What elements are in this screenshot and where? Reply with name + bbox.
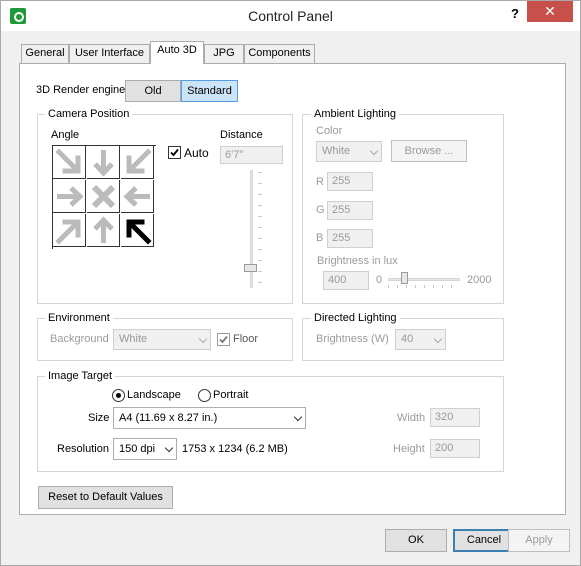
resolution-label: Resolution	[57, 443, 109, 455]
angle-grid[interactable]	[52, 145, 156, 249]
window-title: Control Panel	[248, 8, 333, 24]
r-field[interactable]: 255	[327, 172, 373, 191]
resolution-select-value: 150 dpi	[119, 443, 156, 455]
chevron-down-icon	[369, 146, 379, 155]
chevron-down-icon	[293, 412, 303, 422]
background-select[interactable]: White	[113, 329, 211, 350]
close-button[interactable]: ✕	[527, 1, 573, 22]
arrow-right-icon	[57, 186, 84, 207]
height-field[interactable]: 200	[430, 439, 480, 458]
auto-3d-panel: 3D Render engine Old Standard Camera Pos…	[19, 63, 566, 515]
landscape-label: Landscape	[127, 389, 181, 401]
tab-components[interactable]: Components	[244, 44, 315, 63]
brightness-lux-field[interactable]: 400	[323, 271, 369, 290]
resolution-select[interactable]: 150 dpi	[113, 438, 177, 460]
width-label: Width	[397, 412, 426, 424]
camera-position-title: Camera Position	[45, 108, 133, 120]
angle-top-left[interactable]	[53, 146, 86, 179]
directed-lighting-title: Directed Lighting	[311, 312, 400, 324]
ambient-lighting-title: Ambient Lighting	[311, 108, 399, 120]
size-select[interactable]: A4 (11.69 x 8.27 in.)	[113, 407, 306, 429]
landscape-radio[interactable]	[112, 389, 125, 402]
lux-slider-min: 0	[376, 274, 383, 286]
floor-label: Floor	[233, 333, 259, 345]
b-label: B	[316, 232, 324, 244]
angle-top[interactable]	[87, 146, 120, 179]
chevron-down-icon	[164, 443, 174, 453]
check-icon	[219, 335, 228, 344]
g-field[interactable]: 255	[327, 201, 373, 220]
portrait-radio[interactable]	[198, 389, 211, 402]
ok-button[interactable]: OK	[385, 529, 447, 552]
image-target-title: Image Target	[45, 370, 116, 382]
resolution-info: 1753 x 1234 (6.2 MB)	[182, 443, 288, 455]
distance-slider-thumb[interactable]	[244, 264, 257, 272]
tab-auto-3d[interactable]: Auto 3D	[150, 41, 204, 64]
arrow-down-right-icon	[55, 148, 81, 174]
environment-title: Environment	[45, 312, 113, 324]
g-label: G	[316, 204, 325, 216]
color-select[interactable]: White	[316, 141, 382, 162]
angle-label: Angle	[51, 129, 80, 141]
arrow-down-left-icon	[126, 148, 152, 174]
distance-label: Distance	[220, 129, 263, 141]
brightness-lux-label: Brightness in lux	[317, 255, 398, 267]
control-panel-window: Control Panel ? ✕ General User Interface…	[0, 0, 581, 566]
browse-button[interactable]: Browse ...	[391, 140, 467, 162]
arrow-up-right-icon	[55, 219, 81, 245]
angle-bottom[interactable]	[87, 214, 120, 247]
angle-center[interactable]	[87, 180, 120, 213]
render-old-button[interactable]: Old	[125, 80, 181, 102]
size-select-value: A4 (11.69 x 8.27 in.)	[119, 412, 218, 424]
distance-slider[interactable]	[242, 170, 264, 290]
render-standard-button[interactable]: Standard	[181, 80, 238, 102]
background-label: Background	[50, 333, 109, 345]
directed-brightness-select[interactable]: 40	[395, 329, 446, 350]
tab-general[interactable]: General	[21, 44, 69, 63]
floor-checkbox[interactable]	[217, 333, 230, 346]
directed-brightness-value: 40	[401, 333, 414, 345]
angle-right[interactable]	[121, 180, 154, 213]
lux-slider[interactable]	[388, 272, 460, 288]
auto-checkbox[interactable]	[168, 146, 181, 159]
angle-bottom-left[interactable]	[53, 214, 86, 247]
portrait-label: Portrait	[213, 389, 249, 401]
height-label: Height	[393, 443, 425, 455]
b-field[interactable]: 255	[327, 229, 373, 248]
reset-defaults-button[interactable]: Reset to Default Values	[38, 486, 173, 509]
cross-icon	[91, 184, 116, 209]
directed-brightness-label: Brightness (W)	[316, 333, 389, 345]
render-engine-label: 3D Render engine	[36, 84, 126, 96]
apply-button[interactable]: Apply	[508, 529, 570, 552]
cancel-button[interactable]: Cancel	[453, 529, 515, 552]
arrow-down-icon	[93, 150, 114, 177]
distance-field[interactable]: 6'7"	[220, 146, 283, 164]
tab-user-interface[interactable]: User Interface	[69, 44, 150, 63]
width-field[interactable]: 320	[430, 408, 480, 427]
background-select-value: White	[119, 333, 148, 345]
color-select-value: White	[322, 145, 351, 157]
angle-left[interactable]	[53, 180, 86, 213]
auto-label: Auto	[184, 146, 209, 160]
chevron-down-icon	[198, 334, 208, 343]
tab-jpg[interactable]: JPG	[204, 44, 244, 63]
size-label: Size	[88, 412, 110, 424]
arrow-up-icon	[93, 216, 114, 243]
title-bar: Control Panel ? ✕	[1, 1, 580, 31]
arrow-up-left-icon	[126, 219, 152, 245]
angle-bottom-right[interactable]	[121, 214, 154, 247]
arrow-left-icon	[123, 186, 150, 207]
r-label: R	[316, 176, 324, 188]
lux-slider-thumb[interactable]	[401, 272, 408, 284]
lux-slider-max: 2000	[467, 274, 492, 286]
angle-top-right[interactable]	[121, 146, 154, 179]
color-label: Color	[316, 125, 343, 137]
help-button[interactable]: ?	[511, 6, 519, 21]
chevron-down-icon	[433, 334, 443, 343]
check-icon	[170, 148, 179, 157]
